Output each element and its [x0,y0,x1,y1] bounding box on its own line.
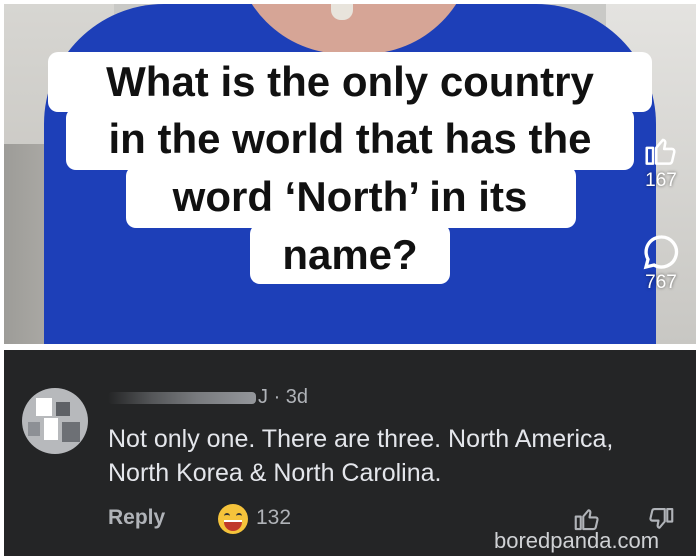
laughing-emoji-icon[interactable] [218,504,248,534]
screenshot-frame: What is the only country in the world th… [4,4,696,556]
meta-separator: · [273,386,281,408]
question-line-1: What is the only country [106,58,594,105]
avatar-pixel [44,418,58,440]
like-count: 167 [645,170,677,191]
avatar-pixel [62,422,80,442]
emoji-mouth [224,520,242,531]
avatar[interactable] [22,388,88,454]
comment-author[interactable]: J · 3d [108,386,308,410]
emoji-eye [224,513,230,520]
question-line-3: word ‘North’ in its [172,173,528,220]
like-action[interactable]: 167 [634,132,688,192]
video-area[interactable]: What is the only country in the world th… [4,4,696,344]
like-thumb-icon [645,138,676,165]
watermark: boredpanda.com [494,528,660,553]
comment-text: Not only one. There are three. North Ame… [108,425,614,487]
comment-count: 767 [645,272,677,293]
author-suffix: J [258,386,268,408]
reply-button[interactable]: Reply [108,506,165,530]
question-line-2: in the world that has the [108,115,592,162]
avatar-pixel [28,422,40,436]
question-line-4: name? [282,231,418,278]
reaction-count: 132 [256,506,292,529]
emoji-eye [236,513,242,520]
avatar-pixel [36,398,52,416]
comment-age: 3d [285,386,309,408]
comment-card: J · 3d Not only one. There are three. No… [4,350,696,556]
avatar-pixel [56,402,70,416]
blurred-username [108,391,256,404]
comment-bubble-icon [643,235,679,270]
comment-action[interactable]: 767 [634,232,688,294]
